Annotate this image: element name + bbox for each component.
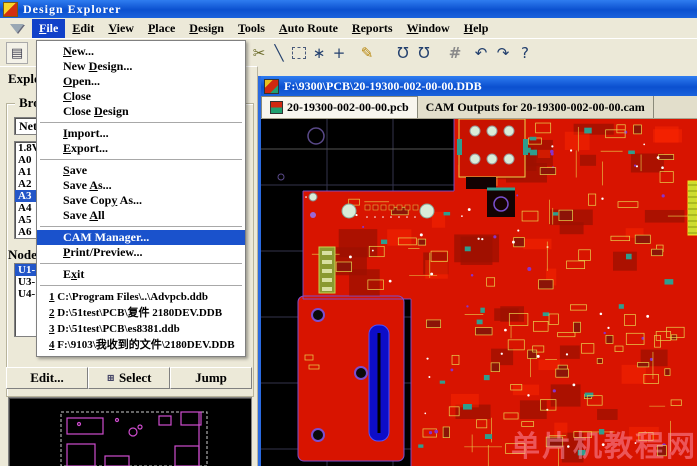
menubar-view[interactable]: View [101, 19, 141, 38]
menubar-edit[interactable]: Edit [65, 19, 101, 38]
file-menu-item-print-preview[interactable]: Print/Preview... [37, 245, 245, 260]
document-window: F:\9300\PCB\20-19300-002-00-00.DDB 20-19… [258, 76, 697, 466]
knife-icon[interactable]: ✂ [248, 42, 270, 64]
button-label: Select [119, 370, 151, 386]
board-minimap[interactable] [8, 397, 252, 466]
file-menu-item-new-design[interactable]: New Design... [37, 59, 245, 74]
panel-button-row: Edit... ⊞ Select Jump [6, 367, 252, 389]
redo-icon[interactable]: ↷ [492, 42, 514, 64]
design-manager-icon[interactable]: ▤ [6, 42, 28, 64]
tab-cam-outputs[interactable]: CAM Outputs for 20-19300-002-00-00.cam [418, 96, 654, 118]
pcb-canvas-area[interactable]: 单片机教程网 [261, 119, 697, 466]
file-menu-item-2-d-51test-pcb-2180dev-ddb[interactable]: 2 D:\51test\PCB\复件 2180DEV.DDB [37, 305, 245, 321]
design-explorer-window: Design Explorer FileEditViewPlaceDesignT… [0, 0, 697, 466]
pencil-icon[interactable]: ✎ [356, 42, 378, 64]
menu-separator [40, 285, 242, 286]
help-icon[interactable]: ? [514, 42, 536, 64]
button-label: Jump [195, 370, 227, 386]
app-icon [3, 2, 18, 17]
menubar: FileEditViewPlaceDesignToolsAuto RouteRe… [0, 18, 697, 39]
edit-button[interactable]: Edit... [6, 367, 88, 389]
menubar-design[interactable]: Design [182, 19, 231, 38]
file-menu-dropdown: New...New Design...Open...CloseClose Des… [36, 40, 246, 357]
file-menu-item-1-c-program-files-advpcb-ddb[interactable]: 1 C:\Program Files\..\Advpcb.ddb [37, 289, 245, 305]
file-menu-item-3-d-51test-pcb-es8381-ddb[interactable]: 3 D:\51test\PCB\es8381.ddb [37, 321, 245, 337]
component-icon[interactable]: Ʊ [392, 42, 414, 64]
minimap-viewport[interactable] [61, 412, 207, 466]
grid-select-icon: ⊞ [107, 373, 115, 384]
component-move-icon[interactable]: Ʊ [413, 42, 435, 64]
document-icon [264, 79, 279, 94]
file-menu-item-exit[interactable]: Exit [37, 267, 245, 282]
file-menu-item-export[interactable]: Export... [37, 141, 245, 156]
menubar-items: FileEditViewPlaceDesignToolsAuto RouteRe… [32, 19, 495, 38]
menubar-tools[interactable]: Tools [231, 19, 272, 38]
menu-separator [40, 263, 242, 264]
selection-box-icon[interactable] [288, 42, 310, 64]
pcb-doc-icon [270, 101, 283, 114]
menubar-window[interactable]: Window [400, 19, 457, 38]
file-menu-item-save-all[interactable]: Save All [37, 208, 245, 223]
main-titlebar[interactable]: Design Explorer [0, 0, 697, 18]
file-menu-item-close-design[interactable]: Close Design [37, 104, 245, 119]
button-label: Edit... [30, 370, 64, 386]
menubar-reports[interactable]: Reports [345, 19, 400, 38]
menu-separator [40, 226, 242, 227]
menubar-file[interactable]: File [32, 19, 65, 38]
file-menu-item-open[interactable]: Open... [37, 74, 245, 89]
line-icon[interactable]: ╲ [268, 42, 290, 64]
move-icon[interactable]: + [328, 42, 350, 64]
tab-pcb-document[interactable]: 20-19300-002-00-00.pcb [261, 96, 418, 118]
deselect-icon[interactable]: ∗ [308, 42, 330, 64]
document-titlebar[interactable]: F:\9300\PCB\20-19300-002-00-00.DDB [261, 76, 697, 96]
file-menu-item-save-copy-as[interactable]: Save Copy As... [37, 193, 245, 208]
menubar-place[interactable]: Place [141, 19, 182, 38]
window-title: Design Explorer [23, 2, 121, 17]
jump-button[interactable]: Jump [170, 367, 252, 389]
tab-label: CAM Outputs for 20-19300-002-00-00.cam [426, 100, 645, 115]
menubar-auto-route[interactable]: Auto Route [272, 19, 345, 38]
file-menu-item-import[interactable]: Import... [37, 126, 245, 141]
document-tabbar: 20-19300-002-00-00.pcb CAM Outputs for 2… [261, 96, 697, 119]
file-menu-item-cam-manager[interactable]: CAM Manager... [37, 230, 245, 245]
document-title: F:\9300\PCB\20-19300-002-00-00.DDB [284, 79, 482, 94]
tab-label: 20-19300-002-00-00.pcb [287, 100, 409, 115]
file-menu-item-new[interactable]: New... [37, 44, 245, 59]
menu-separator [40, 122, 242, 123]
select-button[interactable]: ⊞ Select [88, 367, 170, 389]
pcb-canvas[interactable] [261, 119, 697, 466]
file-menu-item-close[interactable]: Close [37, 89, 245, 104]
file-menu-item-save[interactable]: Save [37, 163, 245, 178]
file-menu-item-4-f-9103-2180dev-ddb[interactable]: 4 F:\9103\我收到的文件\2180DEV.DDB [37, 337, 245, 353]
minimap-board-outline [67, 412, 201, 466]
undo-icon[interactable]: ↶ [470, 42, 492, 64]
file-menu-item-save-as[interactable]: Save As... [37, 178, 245, 193]
menu-separator [40, 159, 242, 160]
grid-icon[interactable]: # [444, 42, 466, 64]
menubar-help[interactable]: Help [457, 19, 496, 38]
window-menu-arrow-icon[interactable] [10, 24, 24, 33]
